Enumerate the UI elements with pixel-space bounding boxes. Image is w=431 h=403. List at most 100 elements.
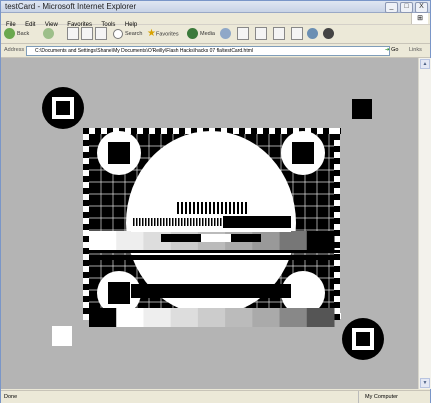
checker-cell — [334, 296, 340, 302]
media-icon — [187, 28, 198, 40]
frequency-bar — [197, 202, 199, 214]
vertical-scrollbar[interactable]: ▲ ▼ — [418, 58, 431, 389]
checker-cell — [83, 302, 89, 308]
menu-bar: File Edit View Favorites Tools Help — [1, 13, 430, 28]
refresh-button[interactable] — [81, 27, 93, 41]
back-button[interactable]: Back — [4, 27, 29, 41]
minimize-button[interactable]: _ — [385, 2, 398, 13]
frequency-bar — [148, 218, 150, 226]
checker-cell — [334, 254, 340, 260]
checker-cell — [334, 224, 340, 230]
checker-cell — [161, 128, 167, 134]
forward-button[interactable] — [43, 27, 56, 41]
frequency-bar — [190, 218, 192, 226]
frequency-bar — [229, 202, 231, 214]
center-black-block — [223, 216, 291, 228]
edit-icon — [273, 27, 285, 41]
research-button[interactable] — [323, 27, 336, 41]
home-button[interactable] — [95, 27, 107, 41]
checker-cell — [245, 128, 251, 134]
frequency-bar — [233, 202, 235, 214]
back-arrow-icon — [4, 28, 15, 40]
frequency-bar — [199, 218, 201, 226]
frequency-bar — [154, 218, 156, 226]
mail-button[interactable] — [237, 27, 249, 41]
search-button[interactable]: Search — [113, 27, 142, 41]
checker-cell — [334, 302, 340, 308]
media-button[interactable]: Media — [187, 27, 215, 41]
frequency-bar — [214, 218, 216, 226]
black-band — [89, 255, 334, 260]
checker-cell — [334, 182, 340, 188]
links-button[interactable]: Links — [409, 44, 422, 57]
checker-cell — [263, 128, 269, 134]
page-content — [1, 58, 418, 389]
frequency-bar — [178, 218, 180, 226]
checker-cell — [83, 290, 89, 296]
checker-cell — [334, 194, 340, 200]
frequency-bar — [184, 218, 186, 226]
frequency-bar — [145, 218, 147, 226]
go-button[interactable]: ➜ Go — [385, 45, 398, 56]
address-label: Address — [4, 47, 25, 53]
history-button[interactable] — [220, 27, 233, 41]
checker-cell — [143, 128, 149, 134]
checker-cell — [83, 278, 89, 284]
scroll-up-icon[interactable]: ▲ — [420, 59, 430, 69]
checker-cell — [334, 188, 340, 194]
frequency-bar — [193, 202, 195, 214]
center-lower-band — [131, 284, 291, 298]
refresh-icon — [81, 27, 93, 41]
checker-cell — [334, 164, 340, 170]
checker-cell — [334, 284, 340, 290]
checker-cell — [83, 242, 89, 248]
print-button[interactable] — [255, 27, 267, 41]
frequency-bar — [196, 218, 198, 226]
checker-cell — [83, 272, 89, 278]
corner-marker-top-right — [352, 99, 372, 119]
checker-cell — [334, 308, 340, 314]
checker-cell — [334, 176, 340, 182]
star-icon: ★ — [147, 28, 156, 39]
checker-cell — [83, 152, 89, 158]
checker-cell — [173, 128, 179, 134]
scroll-down-icon[interactable]: ▼ — [420, 378, 430, 388]
discuss-button[interactable] — [291, 27, 303, 41]
edit-button[interactable] — [273, 27, 285, 41]
frequency-bar — [177, 202, 179, 214]
checker-cell — [83, 206, 89, 212]
greyscale-step — [279, 231, 308, 250]
checker-cell — [155, 128, 161, 134]
close-button[interactable]: X — [415, 2, 428, 13]
greyscale-step — [116, 231, 144, 250]
checker-cell — [83, 134, 89, 140]
address-input[interactable]: C:\Documents and Settings\Shane\My Docum… — [26, 46, 390, 56]
checker-cell — [83, 284, 89, 290]
maximize-button[interactable]: □ — [400, 2, 413, 13]
frequency-bar — [202, 218, 204, 226]
toolbar: Back Search ★Favorites Media — [1, 25, 430, 44]
checker-cell — [167, 128, 173, 134]
frequency-bar — [217, 202, 219, 214]
windows-logo-icon: ⊞ — [411, 13, 428, 24]
checker-cell — [257, 128, 263, 134]
test-card-stage — [42, 87, 384, 360]
discuss-icon — [291, 27, 303, 41]
frequency-bar — [181, 202, 183, 214]
checker-cell — [83, 224, 89, 230]
mail-icon — [237, 27, 249, 41]
checker-cell — [334, 260, 340, 266]
frequency-bar — [136, 218, 138, 226]
frequency-bar — [237, 202, 239, 214]
favorites-button[interactable]: ★Favorites — [147, 27, 179, 41]
go-label: Go — [391, 47, 399, 53]
checker-cell — [83, 230, 89, 236]
checker-cell — [334, 218, 340, 224]
messenger-button[interactable] — [307, 27, 320, 41]
checker-cell — [83, 188, 89, 194]
checker-cell — [83, 170, 89, 176]
stop-button[interactable] — [67, 27, 79, 41]
status-zone: My Computer — [358, 391, 398, 403]
frequency-bar — [163, 218, 165, 226]
frequency-bar — [221, 202, 223, 214]
